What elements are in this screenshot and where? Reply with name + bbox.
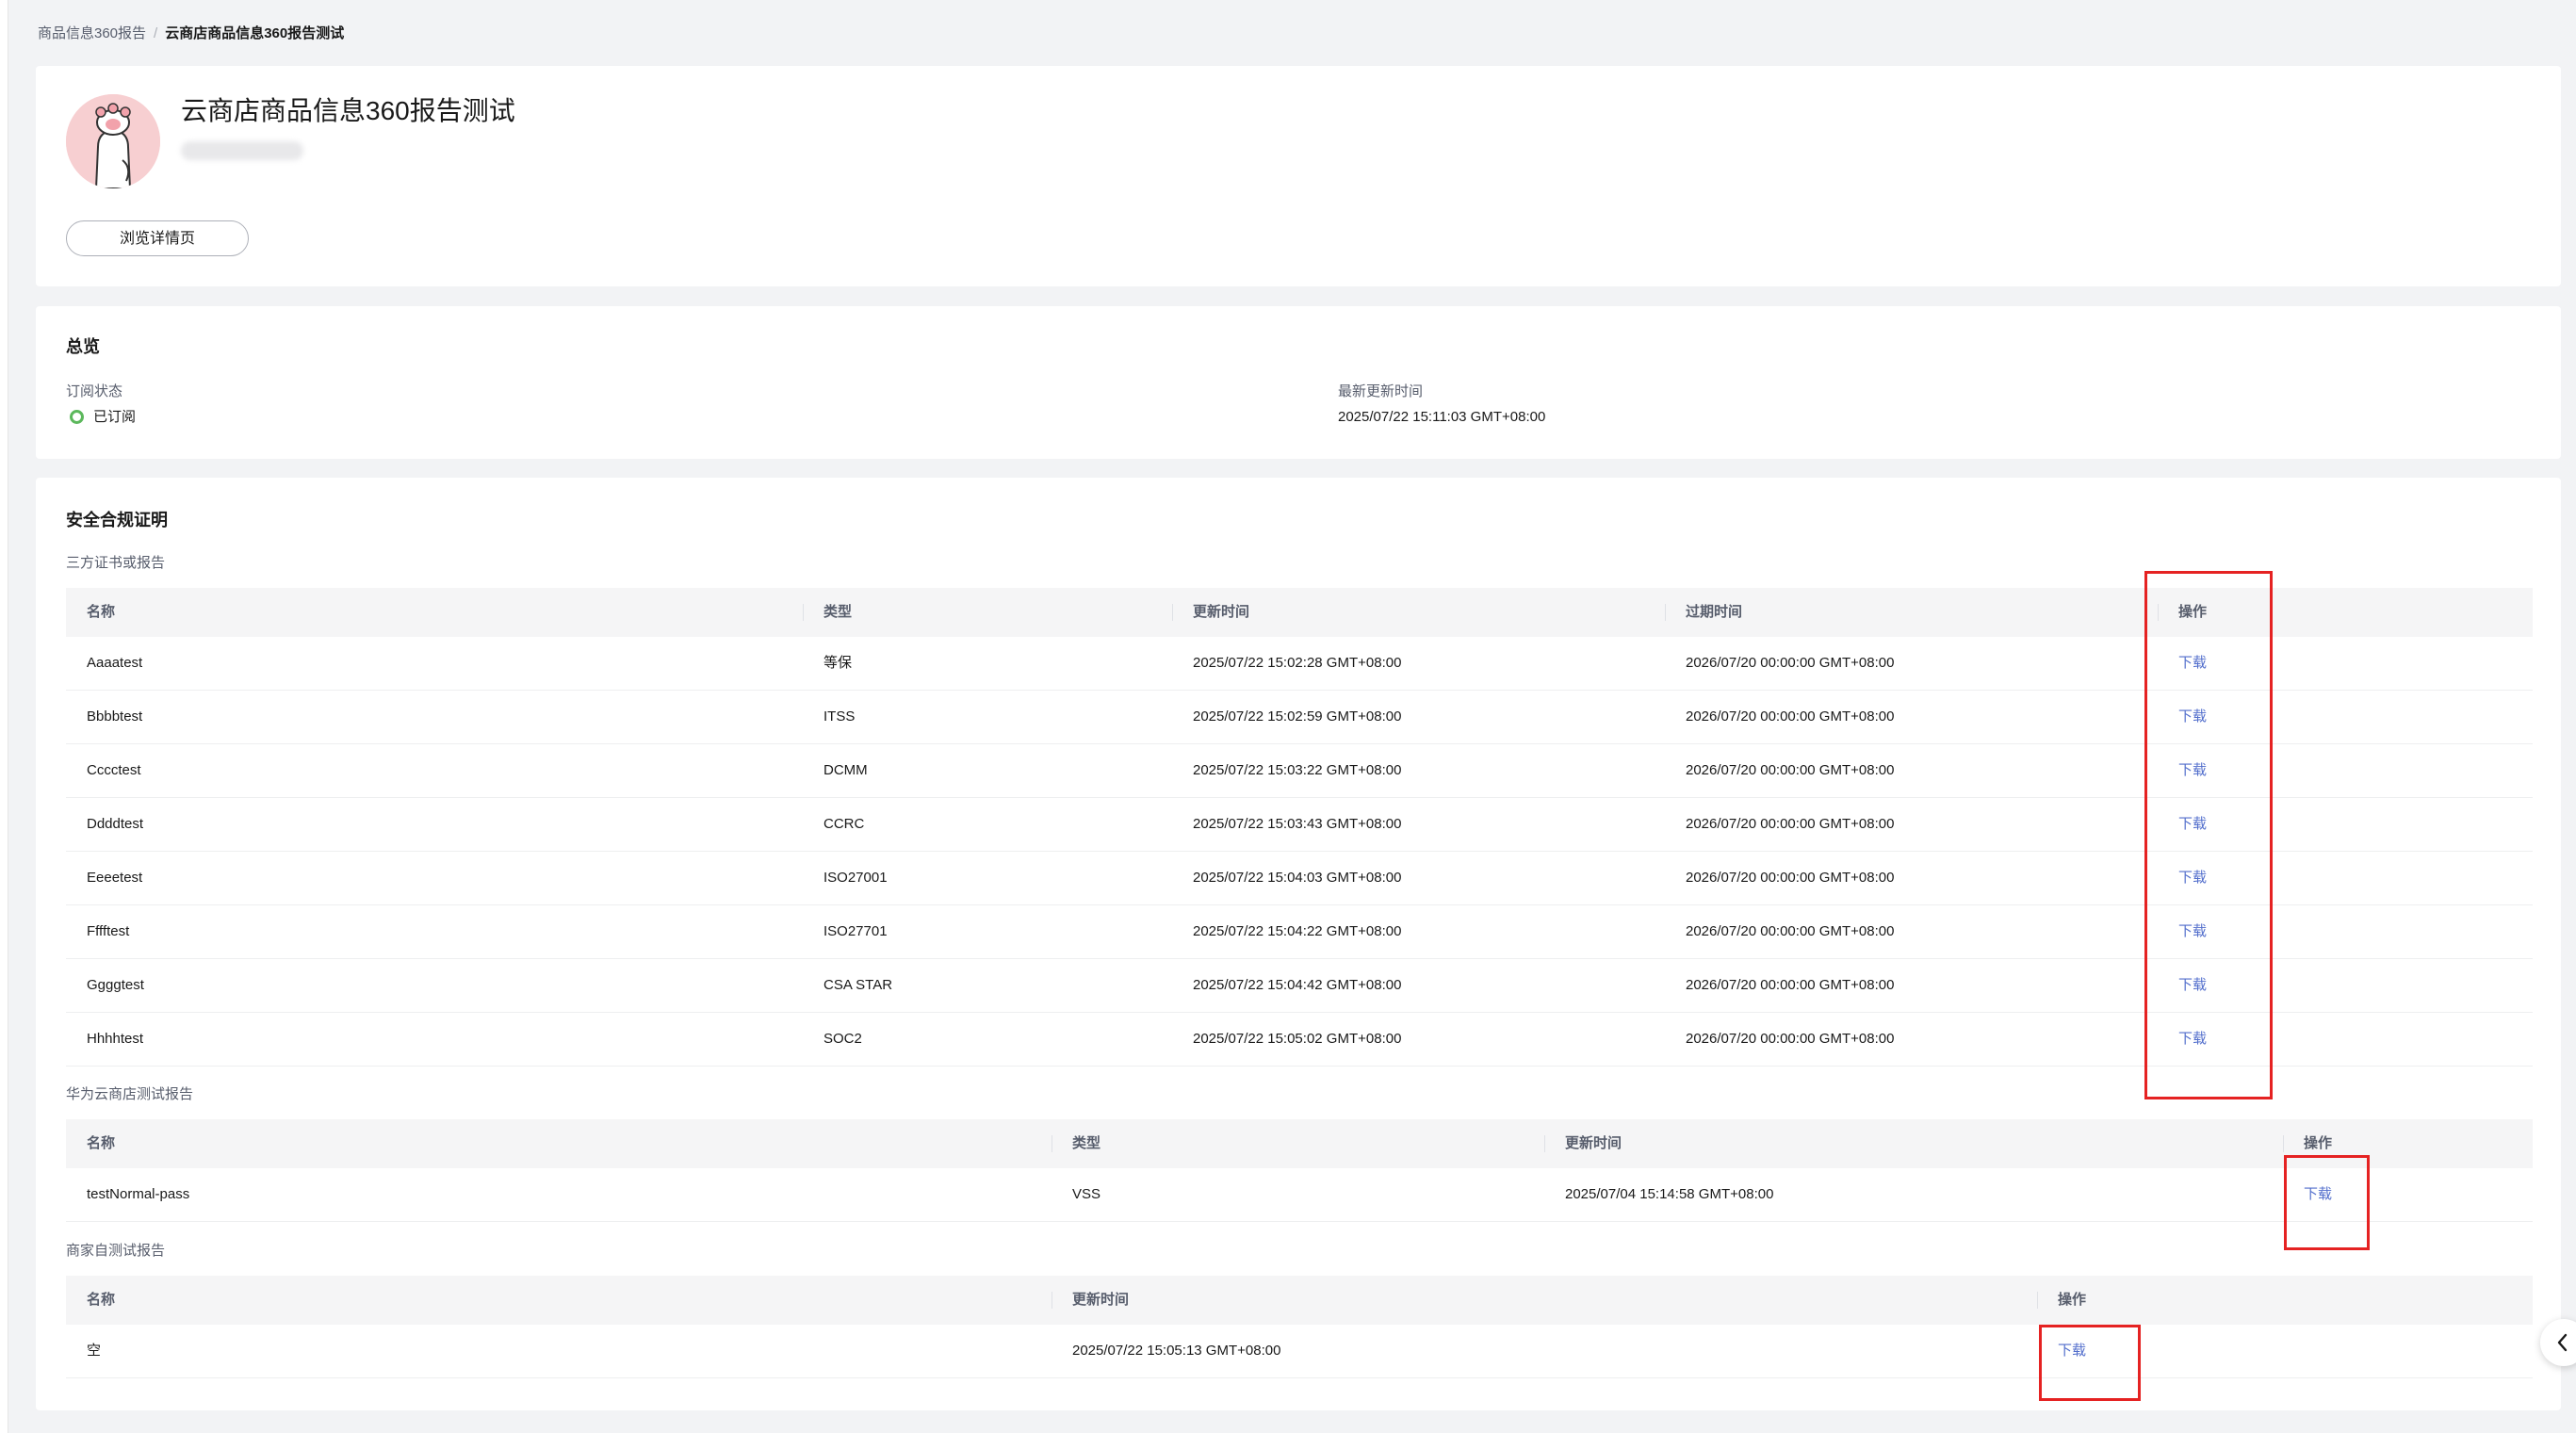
table-row: Bbbbtest ITSS 2025/07/22 15:02:59 GMT+08:0… xyxy=(66,691,2533,744)
table-cell: 2025/07/22 15:04:42 GMT+08:00 xyxy=(1193,977,1402,993)
table-cell: CSA STAR xyxy=(823,977,893,993)
download-link[interactable]: 下载 xyxy=(2158,852,2533,904)
column-header: 名称 xyxy=(87,604,116,620)
download-link[interactable]: 下载 xyxy=(2158,691,2533,743)
overview-title: 总览 xyxy=(66,337,100,356)
table-cell: 2025/07/22 15:04:22 GMT+08:00 xyxy=(1193,923,1402,939)
table-cell: Cccctest xyxy=(87,762,141,778)
table-cell: CCRC xyxy=(823,816,865,832)
table-cell: 2025/07/22 15:03:43 GMT+08:00 xyxy=(1193,816,1402,832)
download-link[interactable]: 下载 xyxy=(2037,1325,2533,1377)
table-cell: ITSS xyxy=(823,708,856,725)
table-row: Ddddtest CCRC 2025/07/22 15:03:43 GMT+08:0… xyxy=(66,798,2533,852)
download-link[interactable]: 下载 xyxy=(2158,744,2533,797)
column-header: 操作 xyxy=(2037,1276,2533,1325)
table-cell: 2026/07/20 00:00:00 GMT+08:00 xyxy=(1686,655,1895,671)
column-header: 更新时间 xyxy=(1052,1276,2037,1325)
breadcrumb-parent-link[interactable]: 商品信息360报告 xyxy=(38,25,146,41)
column-header: 名称 xyxy=(87,1135,116,1151)
paw-avatar-icon xyxy=(66,94,160,188)
table-row: testNormal-pass VSS 2025/07/04 15:14:58 GM… xyxy=(66,1168,2533,1222)
huawei-table-header: 名称 类型 更新时间 操作 xyxy=(66,1119,2533,1168)
column-header: 类型 xyxy=(803,588,1172,637)
table-cell: 2025/07/04 15:14:58 GMT+08:00 xyxy=(1565,1186,1774,1202)
download-link[interactable]: 下载 xyxy=(2158,959,2533,1012)
table-cell: testNormal-pass xyxy=(87,1186,190,1202)
left-rail xyxy=(0,0,8,1433)
download-link[interactable]: 下载 xyxy=(2158,798,2533,851)
chevron-left-icon xyxy=(2557,1333,2568,1352)
product-header-card: 云商店商品信息360报告测试 浏览详情页 xyxy=(36,66,2561,286)
table-row: Eeeetest ISO27001 2025/07/22 15:04:03 GMT+… xyxy=(66,852,2533,905)
huawei-report-title: 华为云商店测试报告 xyxy=(66,1086,194,1102)
table-cell: 2025/07/22 15:02:28 GMT+08:00 xyxy=(1193,655,1402,671)
breadcrumb-current: 云商店商品信息360报告测试 xyxy=(165,25,345,41)
table-cell: 2025/07/22 15:05:13 GMT+08:00 xyxy=(1072,1343,1281,1359)
download-link[interactable]: 下载 xyxy=(2158,905,2533,958)
table-cell: ISO27701 xyxy=(823,923,888,939)
merchant-report-table: 名称 更新时间 操作空 2025/07/22 15:05:13 GMT+08:00 下载 xyxy=(66,1276,2533,1378)
column-header: 更新时间 xyxy=(1172,588,1665,637)
redacted-subtitle xyxy=(181,141,303,160)
table-cell: 2026/07/20 00:00:00 GMT+08:00 xyxy=(1686,708,1895,725)
updated-value: 2025/07/22 15:11:03 GMT+08:00 xyxy=(1338,409,1546,425)
table-row: Cccctest DCMM 2025/07/22 15:03:22 GMT+08:0… xyxy=(66,744,2533,798)
table-cell: Fffftest xyxy=(87,923,130,939)
table-cell: 等保 xyxy=(823,655,853,671)
breadcrumb-separator: / xyxy=(154,25,158,41)
table-cell: Ddddtest xyxy=(87,816,144,832)
breadcrumb: 商品信息360报告 / 云商店商品信息360报告测试 xyxy=(38,23,344,45)
table-cell: 2026/07/20 00:00:00 GMT+08:00 xyxy=(1686,762,1895,778)
merchant-report-title: 商家自测试报告 xyxy=(66,1243,166,1259)
table-cell: ISO27001 xyxy=(823,870,888,886)
table-cell: 空 xyxy=(87,1343,102,1359)
table-cell: 2025/07/22 15:03:22 GMT+08:00 xyxy=(1193,762,1402,778)
security-compliance-card: 安全合规证明 三方证书或报告 名称 类型 更新时间 过期时间 操作 Aaaatest 等保 2… xyxy=(36,478,2561,1410)
updated-label: 最新更新时间 xyxy=(1338,383,1424,399)
table-cell: Eeeetest xyxy=(87,870,143,886)
view-detail-button[interactable]: 浏览详情页 xyxy=(66,220,249,256)
table-row: Ggggtest CSA STAR 2025/07/22 15:04:42 GMT+… xyxy=(66,959,2533,1013)
table-row: Hhhhtest SOC2 2025/07/22 15:05:02 GMT+08:0… xyxy=(66,1013,2533,1067)
table-cell: Aaaatest xyxy=(87,655,143,671)
column-header: 操作 xyxy=(2283,1119,2533,1168)
huawei-report-table: 名称 类型 更新时间 操作 testNormal-pass VSS 2025/07/04 1… xyxy=(66,1119,2533,1222)
table-cell: 2026/07/20 00:00:00 GMT+08:00 xyxy=(1686,1031,1895,1047)
merchant-table-header: 名称 更新时间 操作 xyxy=(66,1276,2533,1325)
security-title: 安全合规证明 xyxy=(66,511,168,529)
subscription-status: 已订阅 xyxy=(70,407,136,428)
third-party-title: 三方证书或报告 xyxy=(66,555,166,571)
table-cell: VSS xyxy=(1072,1186,1101,1202)
table-row: Fffftest ISO27701 2025/07/22 15:04:22 GMT+… xyxy=(66,905,2533,959)
column-header: 过期时间 xyxy=(1665,588,2158,637)
column-header: 操作 xyxy=(2158,588,2533,637)
subscription-label: 订阅状态 xyxy=(66,383,123,399)
table-cell: Ggggtest xyxy=(87,977,144,993)
column-header: 类型 xyxy=(1052,1119,1544,1168)
table-cell: 2025/07/22 15:05:02 GMT+08:00 xyxy=(1193,1031,1402,1047)
table-cell: 2026/07/20 00:00:00 GMT+08:00 xyxy=(1686,977,1895,993)
table-cell: 2026/07/20 00:00:00 GMT+08:00 xyxy=(1686,923,1895,939)
table-cell: 2025/07/22 15:04:03 GMT+08:00 xyxy=(1193,870,1402,886)
table-cell: Bbbbtest xyxy=(87,708,143,725)
column-header: 更新时间 xyxy=(1544,1119,2283,1168)
download-link[interactable]: 下载 xyxy=(2158,637,2533,690)
third-party-table: 名称 类型 更新时间 过期时间 操作 Aaaatest 等保 2025/07/22 15:02… xyxy=(66,588,2533,1067)
table-cell: DCMM xyxy=(823,762,868,778)
subscription-status-text: 已订阅 xyxy=(93,409,137,425)
table-cell: 2025/07/22 15:02:59 GMT+08:00 xyxy=(1193,708,1402,725)
table-row: Aaaatest 等保 2025/07/22 15:02:28 GMT+08:00 2… xyxy=(66,637,2533,691)
column-header: 名称 xyxy=(87,1292,116,1308)
download-link[interactable]: 下载 xyxy=(2158,1013,2533,1066)
table-cell: 2026/07/20 00:00:00 GMT+08:00 xyxy=(1686,816,1895,832)
status-ring-icon xyxy=(70,410,84,424)
product-title: 云商店商品信息360报告测试 xyxy=(181,96,515,125)
table-cell: SOC2 xyxy=(823,1031,862,1047)
overview-card: 总览 订阅状态 已订阅 最新更新时间 2025/07/22 15:11:03 G… xyxy=(36,306,2561,459)
download-link[interactable]: 下载 xyxy=(2283,1168,2533,1221)
table-cell: 2026/07/20 00:00:00 GMT+08:00 xyxy=(1686,870,1895,886)
third-party-table-header: 名称 类型 更新时间 过期时间 操作 xyxy=(66,588,2533,637)
table-cell: Hhhhtest xyxy=(87,1031,144,1047)
table-row: 空 2025/07/22 15:05:13 GMT+08:00 下载 xyxy=(66,1325,2533,1378)
